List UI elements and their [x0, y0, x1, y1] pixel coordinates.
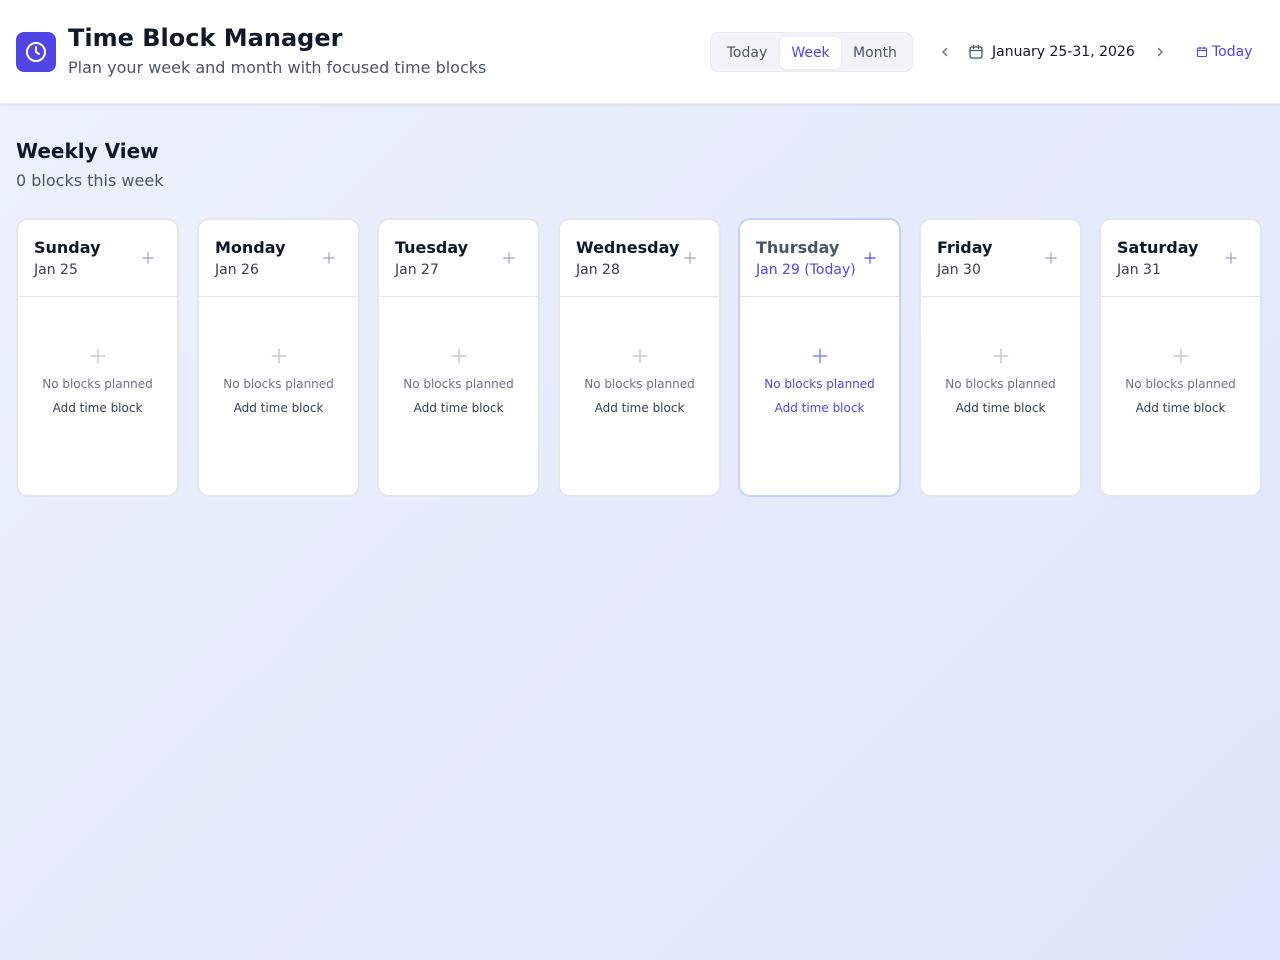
add-block-sunday-button[interactable] [139, 249, 157, 267]
view-today-button[interactable]: Today [715, 37, 779, 69]
add-block-saturday-button[interactable] [1222, 249, 1240, 267]
day-date: Jan 30 [937, 262, 981, 278]
day-card-sunday: Sunday Jan 25 No blocks planned Add time bl… [16, 218, 179, 497]
day-date: Jan 29 (Today) [756, 262, 856, 278]
empty-state-text: No blocks planned [764, 377, 875, 391]
day-name: Friday [937, 238, 993, 257]
next-week-button[interactable] [1148, 40, 1172, 64]
date-range-label: January 25-31, 2026 [992, 44, 1135, 60]
empty-state-text: No blocks planned [223, 377, 334, 391]
add-time-block-link[interactable]: Add time block [199, 401, 358, 415]
plus-icon [683, 251, 697, 265]
day-card-friday: Friday Jan 30 No blocks planned Add time bl… [919, 218, 1082, 497]
day-card-wednesday: Wednesday Jan 28 No blocks planned Add time… [558, 218, 721, 497]
empty-state-text: No blocks planned [945, 377, 1056, 391]
day-date: Jan 27 [395, 262, 439, 278]
day-card-saturday: Saturday Jan 31 No blocks planned Add time … [1099, 218, 1262, 497]
day-header: Thursday Jan 29 (Today) [740, 220, 899, 297]
view-switch: Today Week Month [710, 32, 913, 72]
day-name: Tuesday [395, 238, 469, 257]
day-header: Monday Jan 26 [199, 220, 358, 297]
add-block-friday-button[interactable] [1042, 249, 1060, 267]
empty-state-text: No blocks planned [403, 377, 514, 391]
day-card-thursday: Thursday Jan 29 (Today) No blocks planned A… [738, 218, 901, 497]
add-time-block-link[interactable]: Add time block [18, 401, 177, 415]
day-header: Saturday Jan 31 [1101, 220, 1260, 297]
app-title: Time Block Manager [68, 24, 343, 52]
day-date: Jan 28 [576, 262, 620, 278]
plus-icon [631, 347, 649, 365]
add-block-monday-button[interactable] [320, 249, 338, 267]
day-empty-state[interactable]: No blocks planned Add time block [740, 297, 899, 495]
chevron-right-icon [1157, 47, 1163, 57]
day-date: Jan 25 [34, 262, 78, 278]
add-time-block-link[interactable]: Add time block [379, 401, 538, 415]
plus-icon [992, 347, 1010, 365]
day-name: Saturday [1117, 238, 1199, 257]
day-empty-state[interactable]: No blocks planned Add time block [199, 297, 358, 495]
add-block-wednesday-button[interactable] [681, 249, 699, 267]
plus-icon [322, 251, 336, 265]
add-time-block-link[interactable]: Add time block [921, 401, 1080, 415]
day-empty-state[interactable]: No blocks planned Add time block [1101, 297, 1260, 495]
day-header: Sunday Jan 25 [18, 220, 177, 297]
day-card-monday: Monday Jan 26 No blocks planned Add time bl… [197, 218, 360, 497]
plus-icon [811, 347, 829, 365]
add-time-block-link[interactable]: Add time block [1101, 401, 1260, 415]
calendar-small-icon [1196, 46, 1208, 58]
day-name: Sunday [34, 238, 101, 257]
plus-icon [1044, 251, 1058, 265]
day-empty-state[interactable]: No blocks planned Add time block [379, 297, 538, 495]
day-header: Friday Jan 30 [921, 220, 1080, 297]
plus-icon [502, 251, 516, 265]
day-name: Thursday [756, 238, 840, 257]
plus-icon [89, 347, 107, 365]
day-empty-state[interactable]: No blocks planned Add time block [560, 297, 719, 495]
app-subtitle: Plan your week and month with focused ti… [68, 58, 487, 77]
previous-week-button[interactable] [933, 40, 957, 64]
plus-icon [1172, 347, 1190, 365]
plus-icon [270, 347, 288, 365]
add-block-tuesday-button[interactable] [500, 249, 518, 267]
day-empty-state[interactable]: No blocks planned Add time block [18, 297, 177, 495]
empty-state-text: No blocks planned [1125, 377, 1236, 391]
day-header: Wednesday Jan 28 [560, 220, 719, 297]
chevron-left-icon [942, 47, 948, 57]
add-time-block-link[interactable]: Add time block [560, 401, 719, 415]
day-empty-state[interactable]: No blocks planned Add time block [921, 297, 1080, 495]
plus-icon [1224, 251, 1238, 265]
go-to-today-button[interactable]: Today [1196, 40, 1253, 64]
plus-icon [141, 251, 155, 265]
calendar-icon [969, 44, 983, 59]
app-header: Time Block Manager Plan your week and mo… [0, 0, 1280, 104]
empty-state-text: No blocks planned [584, 377, 695, 391]
plus-icon [450, 347, 468, 365]
go-to-today-label: Today [1212, 44, 1253, 60]
add-block-thursday-button[interactable] [861, 249, 879, 267]
day-date: Jan 26 [215, 262, 259, 278]
section-title: Weekly View [16, 139, 159, 163]
day-name: Monday [215, 238, 286, 257]
blocks-count: 0 blocks this week [16, 171, 164, 190]
day-date: Jan 31 [1117, 262, 1161, 278]
date-range: January 25-31, 2026 [968, 40, 1135, 64]
view-week-button[interactable]: Week [780, 37, 841, 69]
day-name: Wednesday [576, 238, 680, 257]
clock-icon [16, 32, 56, 72]
empty-state-text: No blocks planned [42, 377, 153, 391]
day-header: Tuesday Jan 27 [379, 220, 538, 297]
plus-icon [863, 251, 877, 265]
add-time-block-link[interactable]: Add time block [740, 401, 899, 415]
view-month-button[interactable]: Month [842, 37, 908, 69]
day-card-tuesday: Tuesday Jan 27 No blocks planned Add time b… [377, 218, 540, 497]
